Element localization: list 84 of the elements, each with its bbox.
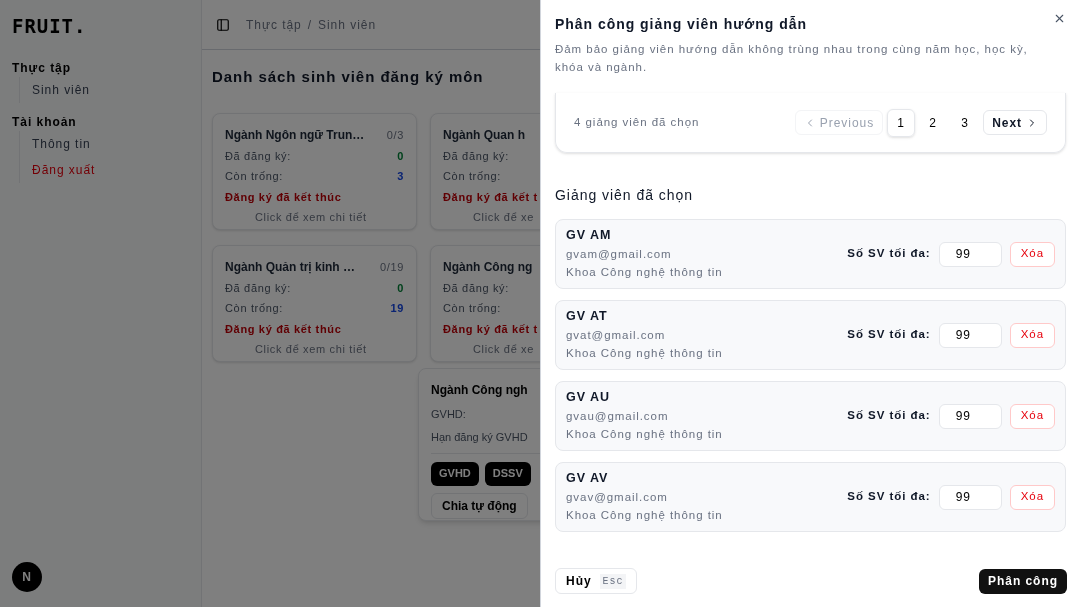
lecturer-faculty: Khoa Công nghệ thông tin <box>566 427 723 443</box>
assign-button[interactable]: Phân công <box>979 568 1067 594</box>
course-card[interactable]: Ngành Ngôn ngữ Trun… 0/3 Đã đăng ký: 0 Còn trống: 3 Đăng ký đã kết thúc Click để xem chi tiết <box>212 112 417 230</box>
lecturer-faculty: Khoa Công nghệ thông tin <box>566 346 723 362</box>
max-students-field[interactable]: 99 <box>938 241 1002 267</box>
lecturer-email: gvam@gmail.com <box>566 247 672 263</box>
available-value: 19 <box>390 301 404 316</box>
lecturer-name: GV AV <box>566 470 609 488</box>
course-card[interactable]: Ngành Quản trị kinh … 0/19 Đã đăng ký: 0 Còn trống: 19 Đăng ký đã kết thúc Click để xem chi tiết <box>212 244 417 362</box>
sidebar-item[interactable]: Thông tin <box>32 130 91 157</box>
next-button[interactable]: Next <box>983 110 1047 135</box>
remove-button[interactable]: Xóa <box>1009 484 1055 510</box>
available-label: Còn trống: <box>225 301 283 316</box>
registered-label: Đã đăng ký: <box>443 280 509 296</box>
lecturer-name: GV AT <box>566 308 608 326</box>
hint-text: Click để xem chi tiết <box>255 210 367 225</box>
hint-text: Click để xem chi tiết <box>255 342 367 357</box>
registered-label: Đã đăng ký: <box>443 148 509 164</box>
page-button[interactable]: 2 <box>919 108 948 137</box>
selection-count: 4 giảng viên đã chọn <box>574 114 700 130</box>
sidebar-item[interactable]: Đăng xuất <box>32 156 96 183</box>
sidebar-group-label: Thực tập <box>12 59 72 77</box>
remove-button[interactable]: Xóa <box>1009 322 1055 348</box>
course-card[interactable]: Ngành Công ng Đã đăng ký: Còn trống: Đăng ký đã kết t Click để xe <box>430 244 540 362</box>
dialog-description: Đảm bảo giảng viên hướng dẫn không trùng nhau trong cùng năm học, học kỳ, khóa và ngành. <box>555 42 1029 75</box>
lecturer-email: gvav@gmail.com <box>566 490 668 506</box>
sidebar-group-label: Tài khoản <box>12 113 77 131</box>
registered-value: 0 <box>397 280 404 296</box>
detail-title: Ngành Công ngh <box>431 381 528 399</box>
course-count: 0/3 <box>386 127 404 143</box>
max-students-field[interactable]: 99 <box>938 403 1002 429</box>
breadcrumb-current: Sinh viên <box>318 16 377 34</box>
sidebar-item[interactable]: Sinh viên <box>32 76 90 103</box>
breadcrumb-separator: / <box>307 16 313 34</box>
status-text: Đăng ký đã kết thúc <box>225 321 342 337</box>
course-card[interactable]: Ngành Quan h Đã đăng ký: Còn trống: Đăng ký đã kết t Click để xe <box>430 112 540 230</box>
max-students-field[interactable]: 99 <box>938 322 1002 348</box>
lecturer-name: GV AM <box>566 227 612 245</box>
lecturer-faculty: Khoa Công nghệ thông tin <box>566 265 723 281</box>
registered-value: 0 <box>397 148 404 164</box>
detail-button[interactable]: DSSV <box>484 461 531 486</box>
available-label: Còn trống: <box>443 169 501 184</box>
available-label: Còn trống: <box>225 169 283 184</box>
available-value: 3 <box>397 169 404 184</box>
course-title: Ngành Công ng <box>443 258 533 276</box>
close-icon[interactable] <box>1053 12 1066 25</box>
course-title: Ngành Quản trị kinh … <box>225 258 355 276</box>
status-text: Đăng ký đã kết t <box>443 321 538 337</box>
detail-line: Hạn đăng ký GVHD <box>431 430 528 445</box>
cancel-button[interactable]: Hủy Esc <box>555 568 638 594</box>
section-heading: Giảng viên đã chọn <box>555 186 693 205</box>
lecturer-email: gvau@gmail.com <box>566 409 669 425</box>
available-label: Còn trống: <box>443 301 501 316</box>
max-students-label: Số SV tối đa: <box>847 489 931 505</box>
page-button[interactable]: 1 <box>887 108 916 137</box>
status-text: Đăng ký đã kết thúc <box>225 189 342 205</box>
max-students-field[interactable]: 99 <box>938 484 1002 510</box>
page-button[interactable]: 3 <box>951 108 980 137</box>
course-count: 0/19 <box>379 259 404 275</box>
registered-label: Đã đăng ký: <box>225 280 291 296</box>
lecturer-faculty: Khoa Công nghệ thông tin <box>566 508 723 524</box>
remove-button[interactable]: Xóa <box>1009 403 1055 429</box>
lecturer-name: GV AU <box>566 389 610 407</box>
hint-text: Click để xe <box>473 210 535 225</box>
dialog-title: Phân công giảng viên hướng dẫn <box>555 15 807 34</box>
breadcrumb-link[interactable]: Thực tập <box>246 15 302 34</box>
course-title: Ngành Quan h <box>443 126 525 144</box>
sidebar-toggle-icon[interactable] <box>216 17 230 32</box>
shortcut-key: Esc <box>599 573 627 589</box>
dev-badge[interactable]: N <box>12 562 42 592</box>
lecturer-email: gvat@gmail.com <box>566 328 666 344</box>
detail-line: GVHD: <box>431 406 466 422</box>
hint-text: Click để xe <box>473 342 535 357</box>
logo: FRUIT. <box>12 14 87 39</box>
max-students-label: Số SV tối đa: <box>847 246 931 262</box>
detail-button[interactable]: GVHD <box>431 461 479 486</box>
remove-button[interactable]: Xóa <box>1009 241 1055 267</box>
max-students-label: Số SV tối đa: <box>847 327 931 343</box>
page-title: Danh sách sinh viên đăng ký môn <box>212 67 484 87</box>
max-students-label: Số SV tối đa: <box>847 408 931 424</box>
status-text: Đăng ký đã kết t <box>443 189 538 205</box>
registered-label: Đã đăng ký: <box>225 148 291 164</box>
auto-assign-button[interactable]: Chia tự động <box>431 492 528 519</box>
course-title: Ngành Ngôn ngữ Trun… <box>225 126 365 144</box>
